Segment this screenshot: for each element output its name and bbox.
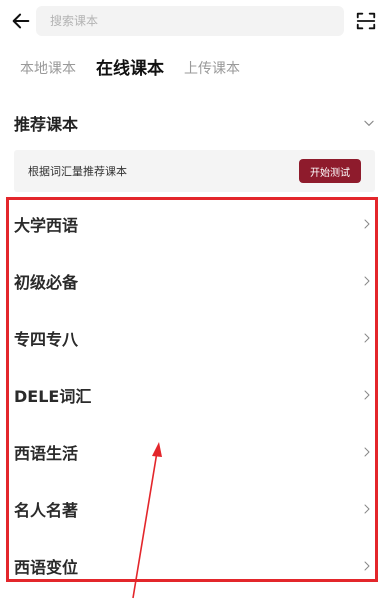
list-item[interactable]: 专四专八 (0, 309, 389, 366)
search-input[interactable] (48, 13, 332, 29)
list-item[interactable]: 西语变位 (0, 537, 389, 594)
chevron-right-icon (364, 276, 370, 285)
list-item[interactable]: 西语生活 (0, 423, 389, 480)
course-label: 名人名著 (14, 500, 79, 520)
course-label: DELE词汇 (14, 386, 92, 406)
chevron-right-icon (364, 561, 370, 570)
tab-local-textbooks[interactable]: 本地课本 (20, 56, 76, 82)
chevron-right-icon (364, 447, 370, 456)
list-item[interactable]: DELE词汇 (0, 366, 389, 423)
recommend-section-header[interactable]: 推荐课本 (14, 108, 376, 138)
chevron-right-icon (364, 333, 370, 342)
tab-upload-textbooks[interactable]: 上传课本 (184, 56, 240, 82)
course-label: 西语生活 (14, 443, 79, 463)
course-label: 大学西语 (14, 215, 79, 235)
recommend-text: 根据词汇量推荐课本 (28, 165, 127, 178)
chevron-right-icon (364, 504, 370, 513)
tab-online-textbooks[interactable]: 在线课本 (96, 56, 164, 82)
course-label: 初级必备 (14, 272, 79, 292)
chevron-down-icon[interactable] (362, 116, 376, 130)
list-item[interactable]: 名人名著 (0, 480, 389, 537)
chevron-right-icon (364, 390, 370, 399)
course-label: 西语变位 (14, 557, 79, 577)
chevron-right-icon (364, 219, 370, 228)
textbook-tabs: 本地课本 在线课本 上传课本 (20, 56, 260, 82)
section-title: 推荐课本 (14, 115, 79, 134)
back-arrow-icon[interactable] (10, 10, 32, 32)
course-list: 大学西语 初级必备 专四专八 DELE词汇 西语生活 名人名著 西语变位 (0, 195, 389, 594)
scan-icon[interactable] (355, 10, 377, 32)
list-item[interactable]: 初级必备 (0, 252, 389, 309)
course-label: 专四专八 (14, 329, 79, 349)
list-item[interactable]: 大学西语 (0, 195, 389, 252)
top-bar (0, 0, 389, 44)
start-test-button[interactable]: 开始测试 (299, 159, 361, 183)
recommend-banner: 根据词汇量推荐课本 开始测试 (14, 150, 375, 192)
search-bar[interactable] (36, 6, 344, 36)
